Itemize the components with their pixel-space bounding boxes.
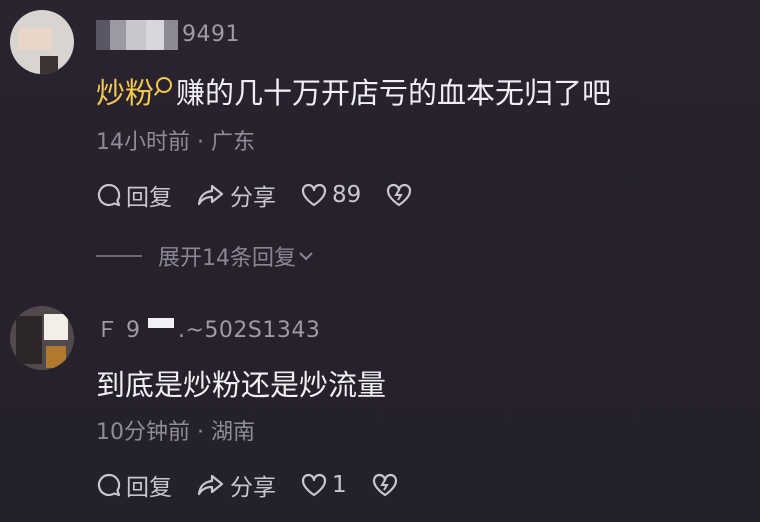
- comment-meta: 10分钟前 · 湖南: [96, 414, 255, 446]
- like-button[interactable]: 89: [300, 182, 361, 208]
- comment-text: 到底是炒粉还是炒流量: [96, 362, 386, 404]
- comment-body: 赚的几十万开店亏的血本无归了吧: [176, 76, 612, 110]
- comment-time: 14小时前: [96, 130, 190, 155]
- reply-button[interactable]: 回复: [96, 468, 172, 502]
- broken-heart-icon: [372, 473, 397, 497]
- share-label: 分享: [230, 475, 276, 501]
- comment-time: 10分钟前: [96, 420, 190, 445]
- comment-actions: 回复 分享 1: [96, 468, 427, 502]
- comment-location: 广东: [211, 130, 256, 155]
- reply-label: 回复: [126, 185, 172, 211]
- comment-location: 湖南: [211, 420, 256, 445]
- blurred-name: [148, 318, 174, 328]
- share-button[interactable]: 分享: [196, 178, 276, 212]
- username-suffix: .~502S1343: [178, 318, 321, 343]
- divider: [96, 255, 142, 257]
- dislike-button[interactable]: [371, 472, 403, 498]
- heart-icon: [301, 473, 327, 497]
- share-label: 分享: [230, 185, 276, 211]
- like-count: 89: [332, 182, 362, 208]
- mention-link[interactable]: 炒粉: [96, 76, 154, 110]
- comment-body: 到底是炒粉还是炒流量: [96, 368, 387, 402]
- heart-icon: [301, 183, 327, 207]
- username[interactable]: Ｆ 9 .~502S1343: [96, 312, 320, 344]
- comment-bubble-icon: [97, 473, 121, 497]
- broken-heart-icon: [387, 183, 412, 207]
- username-suffix: 9491: [182, 22, 240, 47]
- comment-meta: 14小时前 · 广东: [96, 124, 255, 156]
- blurred-name: [96, 20, 178, 50]
- comment-text: 炒粉 赚的几十万开店亏的血本无归了吧: [96, 70, 611, 112]
- share-arrow-icon: [197, 184, 224, 206]
- reply-button[interactable]: 回复: [96, 178, 172, 212]
- share-button[interactable]: 分享: [196, 468, 276, 502]
- avatar[interactable]: [10, 306, 74, 370]
- username-prefix: Ｆ 9: [96, 318, 141, 343]
- comment-actions: 回复 分享 89: [96, 178, 441, 212]
- avatar[interactable]: [10, 10, 74, 74]
- expand-replies-button[interactable]: 展开14条回复: [96, 240, 316, 272]
- search-icon[interactable]: [156, 77, 173, 93]
- share-arrow-icon: [197, 474, 224, 496]
- like-count: 1: [332, 472, 347, 498]
- chevron-down-icon: [299, 252, 313, 261]
- expand-replies-label: 展开14条回复: [158, 246, 296, 271]
- like-button[interactable]: 1: [300, 472, 347, 498]
- dislike-button[interactable]: [385, 182, 417, 208]
- username[interactable]: 9491: [96, 20, 240, 50]
- comment-bubble-icon: [97, 183, 121, 207]
- meta-separator: ·: [197, 130, 204, 155]
- reply-label: 回复: [126, 475, 172, 501]
- meta-separator: ·: [197, 420, 204, 445]
